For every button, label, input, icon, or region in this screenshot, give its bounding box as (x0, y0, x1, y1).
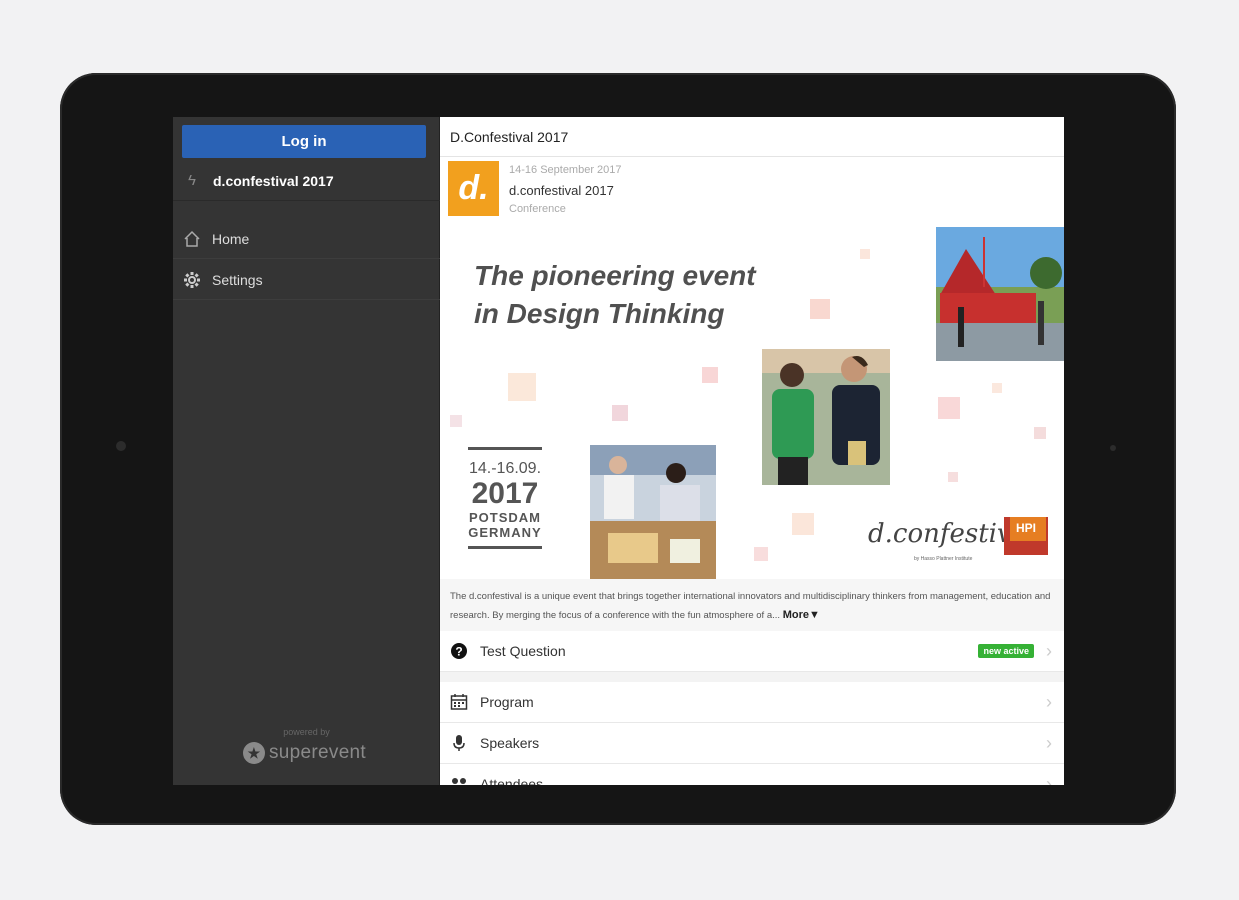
menu-item-program[interactable]: Program › (440, 682, 1064, 723)
sidebar-event-item[interactable]: ϟ d.confestival 2017 (173, 161, 440, 201)
decor-square (792, 513, 814, 535)
brand-name: superevent (269, 742, 367, 763)
banner-headline: The pioneering event in Design Thinking (474, 257, 756, 333)
event-header[interactable]: d. 14-16 September 2017 d.confestival 20… (440, 157, 1064, 227)
test-question-row[interactable]: ? Test Question new active › (440, 631, 1064, 672)
decor-square (860, 249, 870, 259)
status-badge: new active (978, 644, 1034, 658)
hpi-logo-text: HPI (1015, 521, 1036, 535)
workshop-photo (590, 445, 716, 579)
event-name: d.confestival 2017 (509, 183, 614, 198)
banner-date-block: 14.-16.09. 2017 POTSDAM GERMANY (468, 447, 542, 549)
description-text: The d.confestival is a unique event that… (450, 591, 1051, 621)
tablet-frame: Log in ϟ d.confestival 2017 Home Setting… (60, 73, 1176, 825)
home-icon (173, 230, 211, 248)
hpi-byline: by Hasso Plattner Institute (914, 556, 973, 562)
chevron-right-icon: › (1046, 640, 1052, 661)
event-banner: The pioneering event in Design Thinking (440, 227, 1064, 579)
decor-square (992, 383, 1002, 393)
decor-square (702, 367, 718, 383)
calendar-icon (440, 693, 478, 711)
chevron-right-icon: › (1046, 691, 1052, 712)
banner-country: GERMANY (468, 525, 542, 540)
sidebar-item-label: Home (212, 230, 250, 247)
more-link[interactable]: More▼ (783, 609, 820, 621)
decor-square (948, 472, 958, 482)
menu-item-label: Attendees (480, 776, 544, 785)
banner-date-range: 14.-16.09. (468, 460, 542, 477)
decor-square (810, 299, 830, 319)
decor-square (754, 547, 768, 561)
tent-photo (936, 227, 1064, 361)
superevent-icon: ★ (243, 742, 265, 764)
sidebar-event-label: d.confestival 2017 (213, 172, 334, 189)
question-icon: ? (440, 642, 478, 660)
people-photo (762, 349, 890, 485)
menu-item-attendees[interactable]: Attendees › (440, 764, 1064, 785)
microphone-icon (440, 734, 478, 752)
decor-square (938, 397, 960, 419)
question-label: Test Question (480, 643, 566, 659)
headline-line-1: The pioneering event (474, 260, 756, 291)
event-logo: d. (448, 161, 499, 216)
sidebar-item-home[interactable]: Home (173, 219, 440, 259)
superevent-logo[interactable]: ★ superevent (243, 742, 366, 764)
camera-dot (116, 441, 126, 451)
gear-icon (173, 271, 211, 289)
menu-item-label: Program (480, 694, 534, 710)
page-title: D.Confestival 2017 (440, 117, 1064, 157)
menu-item-label: Speakers (480, 735, 540, 751)
screen: Log in ϟ d.confestival 2017 Home Setting… (173, 117, 1064, 785)
lightning-icon: ϟ (188, 172, 196, 189)
decor-square (1034, 427, 1046, 439)
main-content: D.Confestival 2017 d. 14-16 September 20… (440, 117, 1064, 785)
sidebar-item-label: Settings (212, 271, 263, 288)
section-divider (440, 672, 1064, 682)
sidebar: Log in ϟ d.confestival 2017 Home Setting… (173, 117, 440, 785)
event-description: The d.confestival is a unique event that… (440, 579, 1064, 631)
sensor-dot (1110, 445, 1116, 451)
headline-line-2: in Design Thinking (474, 298, 725, 329)
people-icon (440, 775, 478, 785)
hpi-logo: HPI (1004, 517, 1048, 555)
menu-item-speakers[interactable]: Speakers › (440, 723, 1064, 764)
chevron-right-icon: › (1046, 773, 1052, 786)
login-button[interactable]: Log in (182, 125, 426, 158)
decor-square (612, 405, 628, 421)
powered-by-label: powered by (283, 727, 330, 737)
event-type: Conference (509, 203, 566, 215)
banner-city: POTSDAM (469, 510, 541, 525)
svg-text:?: ? (455, 645, 462, 659)
decor-square (450, 415, 462, 427)
banner-year: 2017 (471, 477, 539, 510)
decor-square (508, 373, 536, 401)
sidebar-item-settings[interactable]: Settings (173, 260, 440, 300)
chevron-right-icon: › (1046, 732, 1052, 753)
event-date: 14-16 September 2017 (509, 164, 622, 176)
